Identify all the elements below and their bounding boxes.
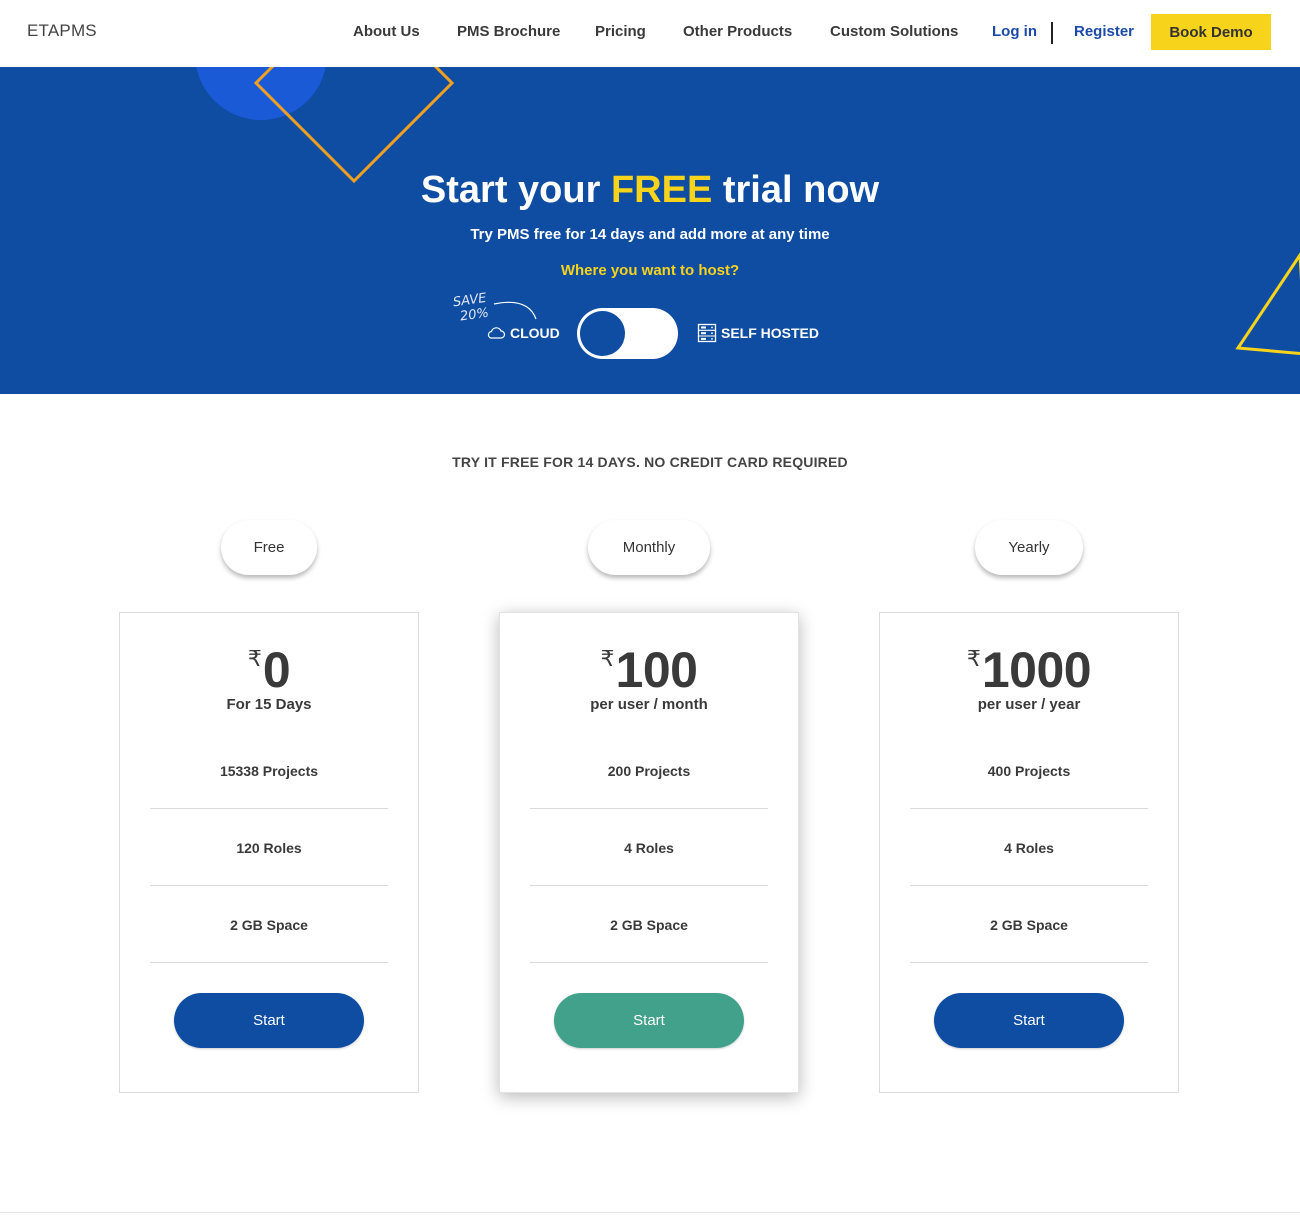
nav-divider bbox=[1051, 22, 1053, 44]
start-button-yearly[interactable]: Start bbox=[934, 993, 1124, 1048]
currency-symbol: ₹ bbox=[247, 647, 262, 672]
save-arrow bbox=[493, 301, 537, 320]
plan-price: ₹1000 bbox=[880, 641, 1178, 699]
decor-circle bbox=[196, 67, 326, 120]
top-navbar: ETAPMS About Us PMS Brochure Pricing Oth… bbox=[0, 0, 1300, 67]
hosting-question: Where you want to host? bbox=[560, 262, 740, 279]
self-hosted-option[interactable]: SELF HOSTED bbox=[697, 323, 819, 343]
login-link[interactable]: Log in bbox=[992, 23, 1037, 40]
plan-card-yearly: ₹1000 per user / year 400 Projects 4 Rol… bbox=[879, 612, 1179, 1093]
footer-divider bbox=[0, 1212, 1300, 1213]
plan-card-free: ₹0 For 15 Days 15338 Projects 120 Roles … bbox=[119, 612, 419, 1093]
feature-divider bbox=[150, 808, 388, 809]
book-demo-button[interactable]: Book Demo bbox=[1151, 14, 1271, 50]
feature-space: 2 GB Space bbox=[610, 917, 688, 933]
feature-divider bbox=[910, 962, 1148, 963]
save-badge: SAVE 20% bbox=[452, 291, 490, 325]
feature-divider bbox=[910, 808, 1148, 809]
free-trial-tagline: TRY IT FREE FOR 14 DAYS. NO CREDIT CARD … bbox=[452, 454, 848, 470]
feature-roles: 120 Roles bbox=[236, 840, 302, 856]
plan-period: For 15 Days bbox=[226, 696, 312, 713]
hero-title-start: Start your bbox=[420, 169, 601, 211]
feature-divider bbox=[150, 962, 388, 963]
hero-title: Start your FREE trial now bbox=[0, 169, 1300, 212]
nav-pricing[interactable]: Pricing bbox=[595, 23, 646, 40]
hosting-toggle[interactable] bbox=[577, 308, 678, 359]
self-hosted-label: SELF HOSTED bbox=[721, 325, 820, 341]
cloud-icon bbox=[487, 327, 506, 339]
plan-tab-free[interactable]: Free bbox=[221, 520, 317, 575]
nav-about-us[interactable]: About Us bbox=[353, 23, 420, 40]
plan-price: ₹0 bbox=[120, 641, 418, 699]
toggle-knob bbox=[580, 311, 625, 356]
feature-divider bbox=[530, 962, 768, 963]
price-amount: 1000 bbox=[981, 642, 1092, 698]
nav-custom-solutions[interactable]: Custom Solutions bbox=[830, 23, 958, 40]
start-button-monthly[interactable]: Start bbox=[554, 993, 744, 1048]
hero-subtitle: Try PMS free for 14 days and add more at… bbox=[470, 226, 830, 243]
cloud-label: CLOUD bbox=[510, 325, 560, 341]
hero-title-free: FREE bbox=[610, 169, 713, 211]
register-link[interactable]: Register bbox=[1074, 23, 1134, 40]
feature-projects: 15338 Projects bbox=[219, 763, 319, 779]
nav-pms-brochure[interactable]: PMS Brochure bbox=[457, 23, 560, 40]
feature-roles: 4 Roles bbox=[624, 840, 674, 856]
feature-divider bbox=[530, 885, 768, 886]
feature-projects: 400 Projects bbox=[987, 763, 1071, 779]
cloud-option[interactable]: CLOUD bbox=[486, 325, 560, 341]
feature-projects: 200 Projects bbox=[607, 763, 691, 779]
plan-tab-yearly[interactable]: Yearly bbox=[975, 520, 1083, 575]
hero-banner: Start your FREE trial now Try PMS free f… bbox=[0, 67, 1300, 394]
plan-tab-monthly[interactable]: Monthly bbox=[588, 520, 710, 575]
currency-symbol: ₹ bbox=[600, 647, 615, 672]
plan-price: ₹100 bbox=[500, 641, 798, 699]
plan-card-monthly: ₹100 per user / month 200 Projects 4 Rol… bbox=[499, 612, 799, 1093]
brand-logo[interactable]: ETAPMS bbox=[27, 21, 97, 41]
hero-title-end: trial now bbox=[722, 169, 880, 211]
feature-roles: 4 Roles bbox=[1004, 840, 1054, 856]
nav-other-products[interactable]: Other Products bbox=[683, 23, 792, 40]
feature-space: 2 GB Space bbox=[990, 917, 1068, 933]
server-icon bbox=[697, 323, 717, 343]
price-amount: 0 bbox=[262, 642, 291, 698]
feature-divider bbox=[150, 885, 388, 886]
start-button-free[interactable]: Start bbox=[174, 993, 364, 1048]
feature-divider bbox=[530, 808, 768, 809]
plan-period: per user / month bbox=[590, 696, 708, 713]
feature-divider bbox=[910, 885, 1148, 886]
price-amount: 100 bbox=[615, 642, 698, 698]
feature-space: 2 GB Space bbox=[230, 917, 308, 933]
plan-period: per user / year bbox=[977, 696, 1081, 713]
currency-symbol: ₹ bbox=[966, 647, 981, 672]
